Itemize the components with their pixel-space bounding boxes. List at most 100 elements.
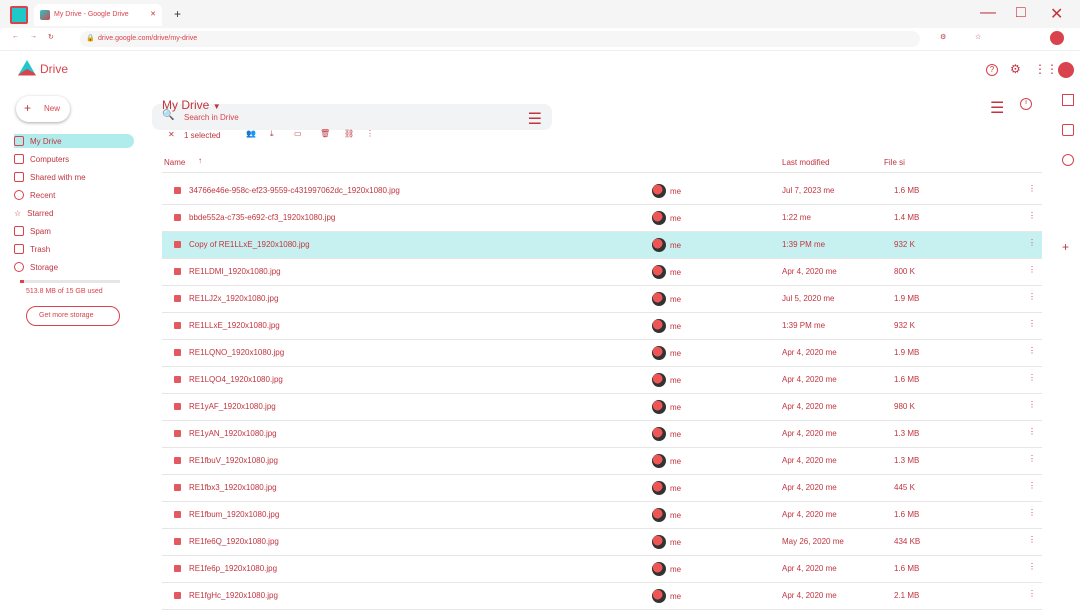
table-row[interactable]: RE1LLxE_1920x1080.jpg me 1:39 PM me 932 K ⋮ (162, 313, 1042, 340)
account-avatar[interactable] (1058, 62, 1074, 78)
modified-column-header[interactable]: Last modified (782, 158, 830, 167)
minimize-window-icon[interactable]: — (980, 4, 996, 22)
row-more-icon[interactable]: ⋮ (1028, 535, 1036, 549)
table-row[interactable]: RE1yAN_1920x1080.jpg me Apr 4, 2020 me 1.3 … (162, 421, 1042, 448)
drive-top-bar: Drive 🔍 Search in Drive ☰ ? ⚙ ⋮⋮ (0, 50, 1080, 130)
row-more-icon[interactable]: ⋮ (1028, 184, 1036, 198)
size-column-header[interactable]: File si (884, 158, 905, 167)
table-row[interactable]: Copy of RE1LLxE_1920x1080.jpg me 1:39 PM m… (162, 232, 1042, 259)
row-more-icon[interactable]: ⋮ (1028, 454, 1036, 468)
file-name-cell: RE1fbuV_1920x1080.jpg (174, 456, 278, 465)
row-more-icon[interactable]: ⋮ (1028, 211, 1036, 225)
close-tab-icon[interactable]: ✕ (150, 10, 156, 18)
row-more-icon[interactable]: ⋮ (1028, 589, 1036, 603)
row-more-icon[interactable]: ⋮ (1028, 481, 1036, 495)
file-name: RE1LLxE_1920x1080.jpg (189, 321, 280, 330)
row-more-icon[interactable]: ⋮ (1028, 319, 1036, 333)
table-row[interactable]: RE1fbx3_1920x1080.jpg me Apr 4, 2020 me 445… (162, 475, 1042, 502)
browser-menu-icon[interactable] (10, 6, 28, 24)
row-more-icon[interactable]: ⋮ (1028, 292, 1036, 306)
sidebar-item-computers[interactable]: Computers (14, 152, 69, 166)
image-file-icon (174, 430, 181, 437)
file-size: 1.6 MB (894, 510, 920, 519)
extensions-icon[interactable]: ⚙ (940, 33, 946, 41)
table-row[interactable]: RE1LQNO_1920x1080.jpg me Apr 4, 2020 me 1.9… (162, 340, 1042, 367)
row-more-icon[interactable]: ⋮ (1028, 373, 1036, 387)
settings-gear-icon[interactable]: ⚙ (1010, 62, 1021, 76)
table-row[interactable]: RE1LQO4_1920x1080.jpg me Apr 4, 2020 me 1.6… (162, 367, 1042, 394)
side-panel: + (1056, 86, 1080, 286)
drive-brand[interactable]: Drive (40, 62, 68, 76)
sidebar-item-spam[interactable]: Spam (14, 224, 51, 238)
delete-icon[interactable]: 🗑 (320, 129, 330, 138)
table-row[interactable]: RE1LDMI_1920x1080.jpg me Apr 4, 2020 me 800… (162, 259, 1042, 286)
row-more-icon[interactable]: ⋮ (1028, 562, 1036, 576)
table-row[interactable]: RE1fe6Q_1920x1080.jpg me May 26, 2020 me 43… (162, 529, 1042, 556)
info-icon[interactable]: i (1020, 98, 1032, 110)
file-name-cell: RE1LJ2x_1920x1080.jpg (174, 294, 278, 303)
file-size: 434 KB (894, 537, 921, 546)
list-view-icon[interactable]: ☰ (990, 98, 1004, 118)
calendar-icon[interactable] (1062, 94, 1074, 106)
table-row[interactable]: RE1fbum_1920x1080.jpg me Apr 4, 2020 me 1.6… (162, 502, 1042, 529)
maximize-window-icon[interactable]: □ (1016, 4, 1026, 22)
get-more-storage-button[interactable]: Get more storage (26, 306, 120, 326)
forward-icon[interactable]: → (30, 33, 37, 40)
file-size: 1.9 MB (894, 294, 920, 303)
sidebar-item-my-drive[interactable]: My Drive (14, 134, 134, 148)
more-actions-icon[interactable]: ⋮ (366, 129, 374, 138)
sidebar-item-starred[interactable]: ☆ Starred (14, 206, 53, 220)
table-row[interactable]: RE1fe6p_1920x1080.jpg me Apr 4, 2020 me 1.6… (162, 556, 1042, 583)
reload-icon[interactable]: ↻ (48, 33, 54, 41)
new-button[interactable]: + New (16, 96, 70, 122)
drive-favicon-icon (40, 10, 50, 20)
browser-tab[interactable]: My Drive - Google Drive ✕ (34, 4, 162, 26)
profile-avatar[interactable] (1050, 31, 1064, 45)
row-more-icon[interactable]: ⋮ (1028, 265, 1036, 279)
sort-arrow-icon[interactable]: ↑ (198, 156, 202, 165)
table-row[interactable]: RE1LJ2x_1920x1080.jpg me Jul 5, 2020 me 1.9… (162, 286, 1042, 313)
sidebar-item-storage[interactable]: Storage (14, 260, 58, 274)
help-icon[interactable]: ? (986, 64, 998, 76)
close-window-icon[interactable]: ✕ (1050, 4, 1063, 24)
file-size: 1.6 MB (894, 564, 920, 573)
clear-selection-icon[interactable]: ✕ (168, 130, 175, 139)
sidebar-item-recent[interactable]: Recent (14, 188, 55, 202)
sidebar-item-shared[interactable]: Shared with me (14, 170, 86, 184)
file-name: RE1fe6Q_1920x1080.jpg (189, 537, 279, 546)
sidebar-item-label: My Drive (30, 136, 62, 146)
row-more-icon[interactable]: ⋮ (1028, 427, 1036, 441)
download-icon[interactable]: ⤓ (270, 129, 274, 139)
file-size: 1.3 MB (894, 456, 920, 465)
back-icon[interactable]: ← (12, 33, 19, 40)
table-row[interactable]: RE1yAF_1920x1080.jpg me Apr 4, 2020 me 980 … (162, 394, 1042, 421)
row-more-icon[interactable]: ⋮ (1028, 508, 1036, 522)
file-size: 932 K (894, 240, 915, 249)
table-row[interactable]: 34766e46e-958c-ef23-9559-c431997062dc_19… (162, 178, 1042, 205)
table-row[interactable]: RE1fgHc_1920x1080.jpg me Apr 4, 2020 me 2.1… (162, 583, 1042, 610)
table-row[interactable]: bbde552a-c735-e692-cf3_1920x1080.jpg me 1:… (162, 205, 1042, 232)
address-bar[interactable]: 🔒 drive.google.com/drive/my-drive (80, 31, 920, 47)
bookmark-icon[interactable]: ☆ (975, 33, 981, 41)
file-name: RE1LQO4_1920x1080.jpg (189, 375, 283, 384)
url-text: drive.google.com/drive/my-drive (98, 35, 198, 42)
name-column-header[interactable]: Name (164, 158, 185, 167)
new-tab-button[interactable]: + (174, 7, 181, 21)
add-addon-icon[interactable]: + (1062, 240, 1069, 254)
row-more-icon[interactable]: ⋮ (1028, 346, 1036, 360)
link-icon[interactable]: ⛓ (344, 129, 354, 138)
row-more-icon[interactable]: ⋮ (1028, 238, 1036, 252)
tasks-icon[interactable] (1062, 154, 1074, 166)
row-more-icon[interactable]: ⋮ (1028, 400, 1036, 414)
last-modified: 1:22 me (782, 213, 811, 222)
sidebar-item-label: Computers (30, 154, 70, 164)
sidebar-item-trash[interactable]: Trash (14, 242, 50, 256)
sidebar-item-label: Shared with me (30, 172, 86, 182)
share-icon[interactable]: 👥 (246, 129, 256, 138)
table-row[interactable]: RE1fbuV_1920x1080.jpg me Apr 4, 2020 me 1.3… (162, 448, 1042, 475)
owner-avatar (652, 211, 666, 225)
apps-grid-icon[interactable]: ⋮⋮ (1034, 62, 1058, 76)
keep-icon[interactable] (1062, 124, 1074, 136)
move-icon[interactable]: ▭ (294, 129, 302, 138)
page-title[interactable]: My Drive ▼ (162, 98, 221, 112)
